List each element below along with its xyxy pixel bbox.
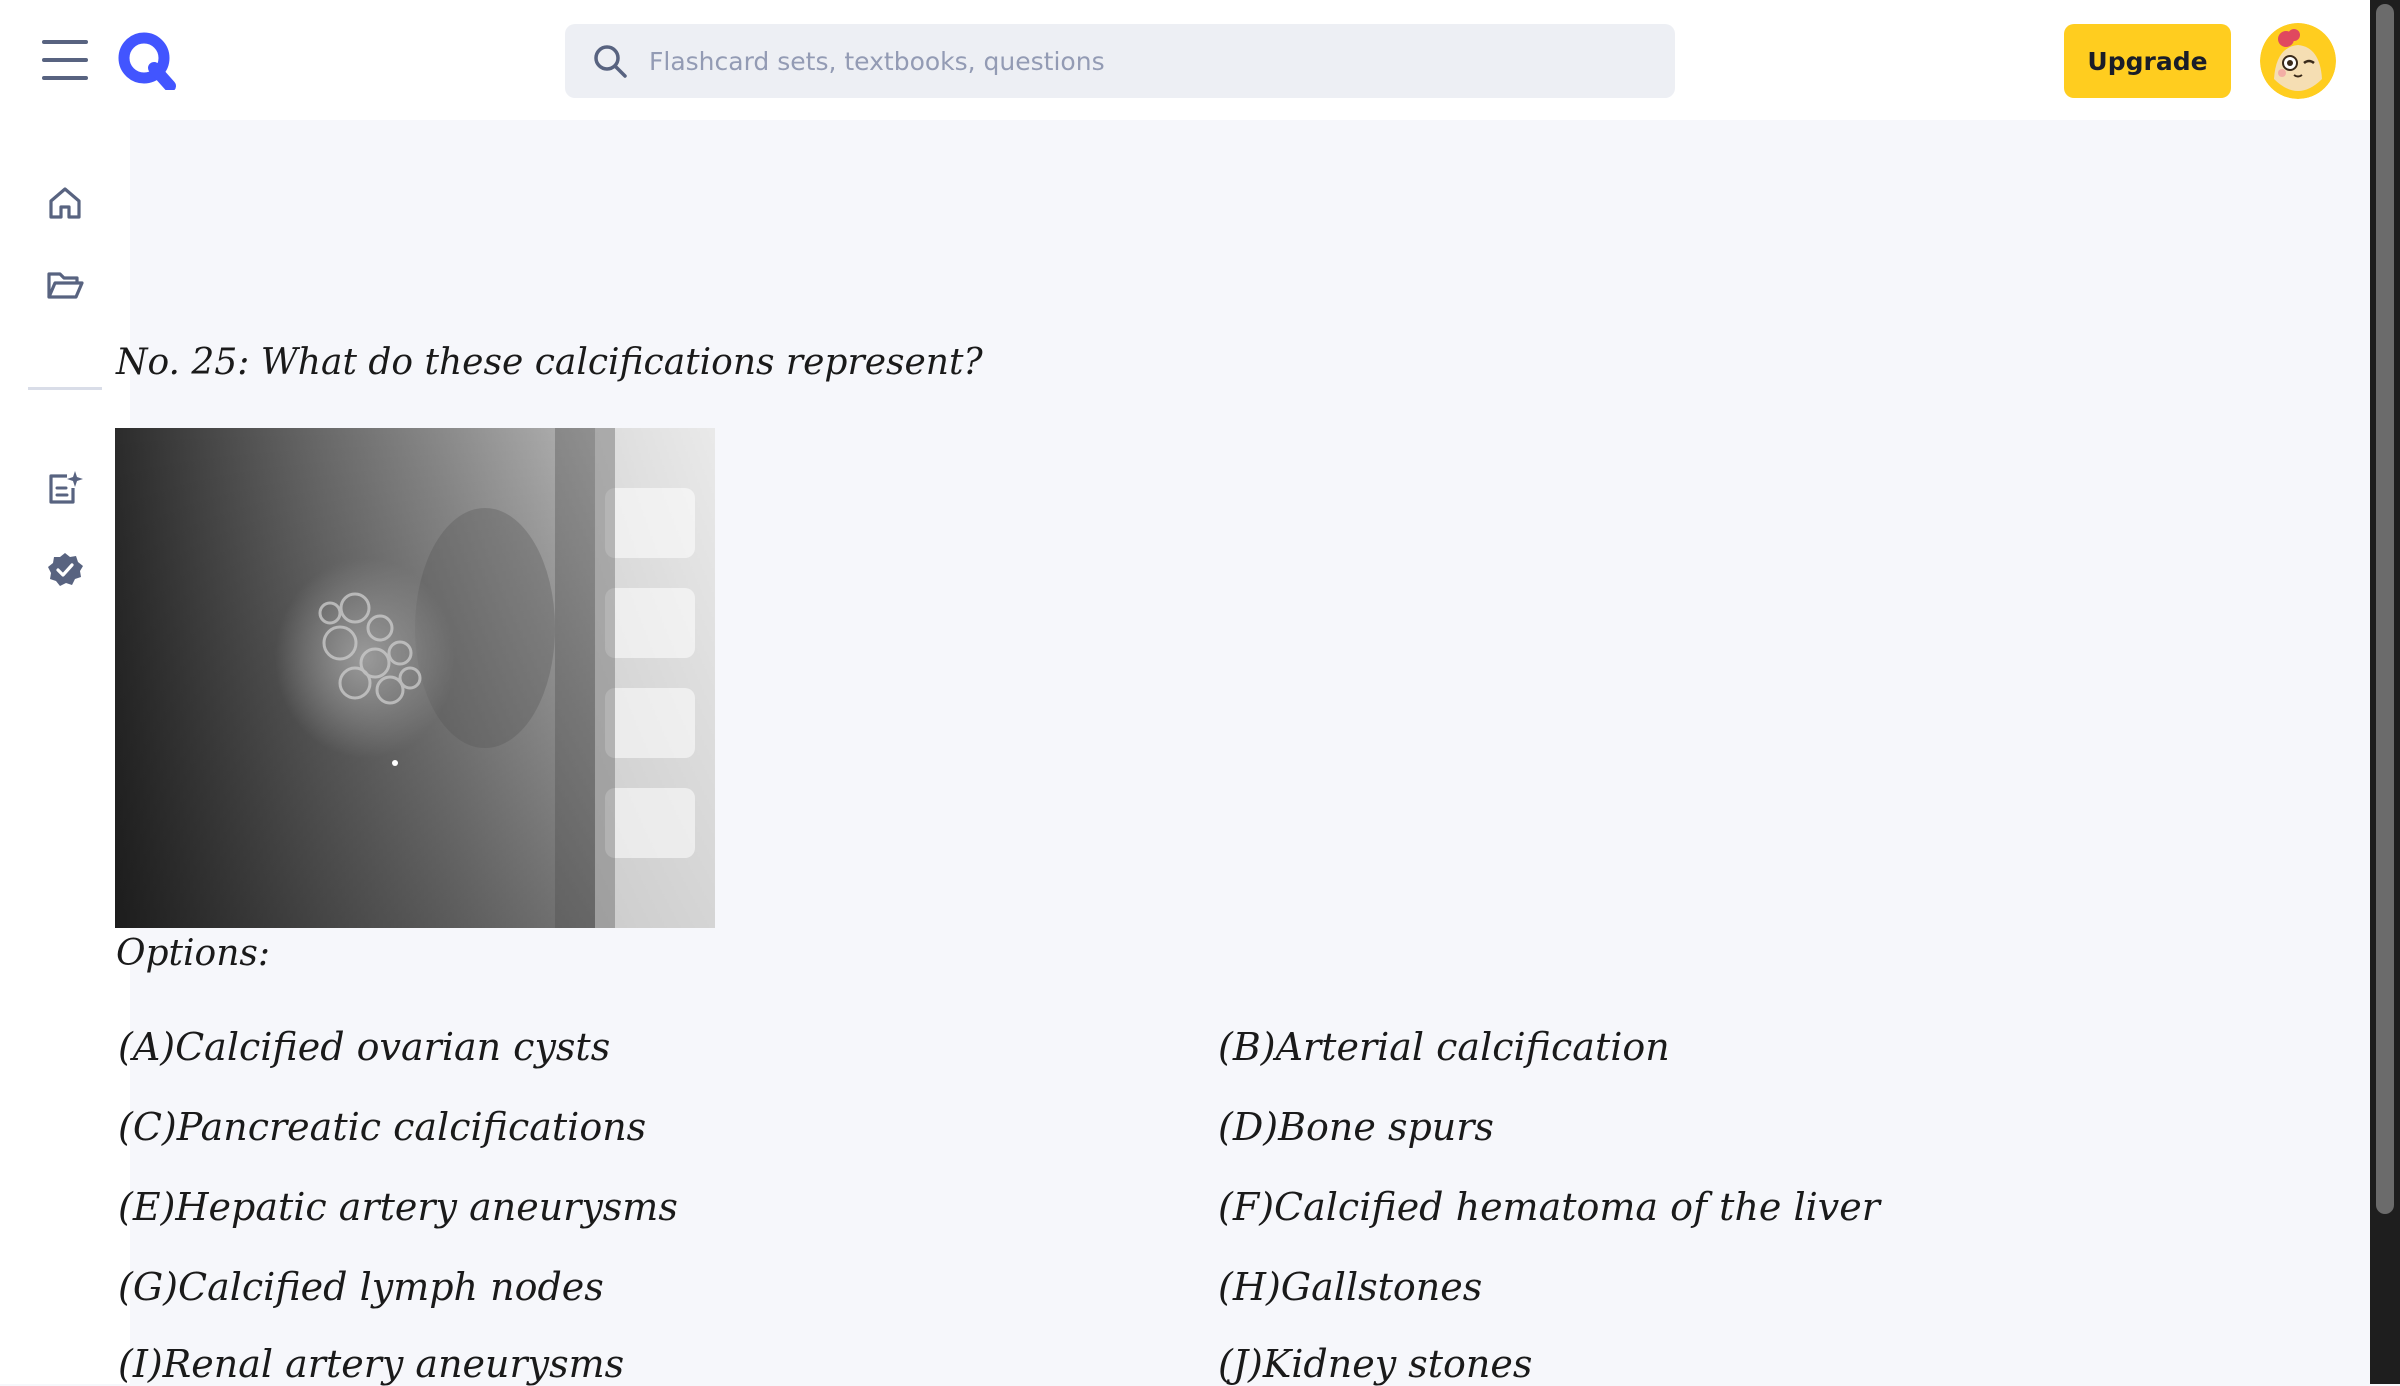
left-sidebar	[0, 120, 130, 1384]
option-text: Arterial calcification	[1275, 1025, 1670, 1069]
option-a[interactable]: (A)Calcified ovarian cysts	[118, 1025, 610, 1069]
option-text: Kidney stones	[1262, 1342, 1533, 1386]
option-f[interactable]: (F)Calcified hematoma of the liver	[1218, 1185, 1880, 1229]
option-letter: (A)	[118, 1025, 176, 1069]
option-letter: (C)	[118, 1105, 177, 1149]
sidebar-item-verified[interactable]	[42, 547, 88, 593]
question-title: No. 25: What do these calcifications rep…	[116, 342, 983, 383]
option-text: Gallstones	[1280, 1265, 1483, 1309]
option-text: Calcified lymph nodes	[178, 1265, 604, 1309]
main-content: No. 25: What do these calcifications rep…	[115, 120, 2370, 1386]
option-j[interactable]: (J)Kidney stones	[1218, 1342, 1532, 1386]
option-i[interactable]: (I)Renal artery aneurysms	[118, 1342, 624, 1386]
scrollbar-thumb[interactable]	[2376, 4, 2394, 1214]
option-letter: (D)	[1218, 1105, 1279, 1149]
verified-badge-icon	[48, 553, 83, 586]
option-text: Bone spurs	[1278, 1105, 1494, 1149]
search-bar[interactable]	[565, 24, 1675, 98]
upgrade-button[interactable]: Upgrade	[2064, 24, 2231, 98]
option-text: Calcified ovarian cysts	[175, 1025, 611, 1069]
sidebar-item-library[interactable]	[42, 262, 88, 308]
home-icon	[49, 187, 81, 219]
quizlet-logo-icon[interactable]	[116, 30, 176, 92]
option-letter: (E)	[118, 1185, 176, 1229]
option-letter: (H)	[1218, 1265, 1281, 1309]
option-letter: (G)	[118, 1265, 179, 1309]
sidebar-item-home[interactable]	[42, 180, 88, 226]
option-text: Pancreatic calcifications	[176, 1105, 647, 1149]
option-letter: (I)	[118, 1342, 163, 1386]
option-letter: (B)	[1218, 1025, 1276, 1069]
xray-image	[115, 428, 715, 928]
note-sparkle-icon	[49, 471, 83, 504]
folder-open-icon	[47, 272, 84, 299]
option-c[interactable]: (C)Pancreatic calcifications	[118, 1105, 646, 1149]
option-b[interactable]: (B)Arterial calcification	[1218, 1025, 1670, 1069]
option-text: Hepatic artery aneurysms	[175, 1185, 678, 1229]
option-text: Calcified hematoma of the liver	[1274, 1185, 1880, 1229]
sidebar-divider	[28, 387, 102, 390]
sidebar-item-create[interactable]	[42, 465, 88, 511]
option-letter: (J)	[1218, 1342, 1263, 1386]
options-label: Options:	[116, 933, 271, 974]
option-letter: (F)	[1218, 1185, 1275, 1229]
top-bar: Upgrade	[0, 0, 2370, 120]
vertical-scrollbar[interactable]	[2370, 0, 2400, 1384]
search-icon	[594, 45, 627, 78]
option-h[interactable]: (H)Gallstones	[1218, 1265, 1482, 1309]
option-e[interactable]: (E)Hepatic artery aneurysms	[118, 1185, 678, 1229]
option-g[interactable]: (G)Calcified lymph nodes	[118, 1265, 604, 1309]
option-text: Renal artery aneurysms	[162, 1342, 625, 1386]
option-d[interactable]: (D)Bone spurs	[1218, 1105, 1494, 1149]
avatar[interactable]	[2260, 23, 2336, 99]
search-input[interactable]	[647, 24, 1675, 98]
hamburger-menu-icon[interactable]	[42, 40, 88, 80]
